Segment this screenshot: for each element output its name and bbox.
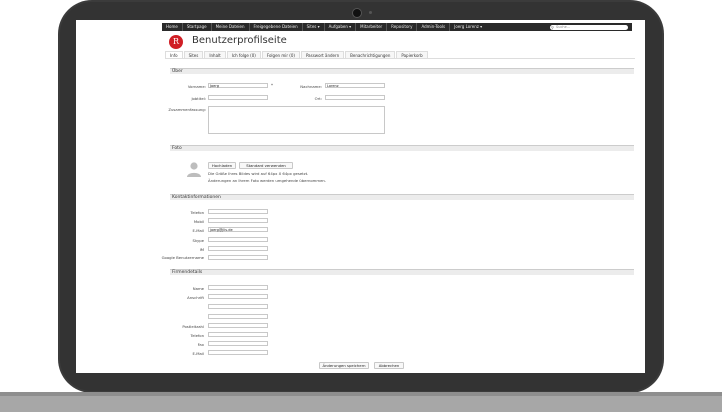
nav-admin-tools[interactable]: Admin-Tools	[417, 23, 451, 31]
laptop-base-lip	[0, 392, 722, 396]
company-name-input[interactable]	[208, 285, 268, 290]
mobile-label: Mobil	[193, 219, 204, 224]
zip-label: Postleitzahl	[182, 324, 204, 329]
location-label: Ort:	[314, 96, 322, 101]
address-line3-input[interactable]	[208, 314, 268, 319]
fax-label: Fax	[197, 342, 204, 347]
phone-label: Telefon	[190, 210, 204, 215]
skype-input[interactable]	[208, 237, 268, 242]
email-input[interactable]: joerg@jlis.de	[208, 227, 268, 232]
im-input[interactable]	[208, 246, 268, 251]
firstname-input[interactable]: Joerg	[208, 83, 268, 88]
sensor	[369, 11, 372, 14]
camera	[352, 8, 362, 18]
skype-label: Skype	[192, 238, 204, 243]
firstname-label: Vorname:	[187, 84, 206, 89]
required-mark: *	[271, 83, 273, 88]
address-line2-input[interactable]	[208, 304, 268, 309]
address-line1-input[interactable]	[208, 294, 268, 299]
lastname-label: Nachname:	[300, 84, 322, 89]
im-label: IM	[199, 247, 204, 252]
nav-home[interactable]: Home	[162, 23, 183, 31]
summary-textarea[interactable]	[208, 106, 385, 134]
company-phone-label: Telefon	[190, 333, 204, 338]
top-nav-bar: Home Startpage Meine Dateien Freigegeben…	[162, 23, 632, 31]
search-input[interactable]: ⚲ Suche...	[550, 24, 628, 30]
company-phone-input[interactable]	[208, 332, 268, 337]
tab-divider	[165, 58, 635, 59]
nav-startpage[interactable]: Startpage	[183, 23, 212, 31]
cancel-button[interactable]: Abbrechen	[374, 362, 404, 369]
section-company: Firmendetails	[170, 269, 634, 275]
nav-repository[interactable]: Repository	[387, 23, 418, 31]
nav-people[interactable]: Mitarbeiter	[356, 23, 388, 31]
nav-sites[interactable]: Sites ▾	[303, 23, 325, 31]
phone-input[interactable]	[208, 209, 268, 214]
google-username-label: Google Benutzername	[161, 255, 204, 260]
nav-my-files[interactable]: Meine Dateien	[212, 23, 250, 31]
company-name-label: Name	[192, 286, 204, 291]
company-email-label: E-Mail	[192, 351, 204, 356]
save-changes-button[interactable]: Änderungen speichern	[319, 362, 369, 369]
zip-input[interactable]	[208, 323, 268, 328]
lastname-input[interactable]: Lorenz	[325, 83, 385, 88]
nav-shared-files[interactable]: Freigegebene Dateien	[250, 23, 303, 31]
email-label: E-Mail	[192, 228, 204, 233]
section-contact: Kontaktinformationen	[170, 194, 634, 200]
page-title: Benutzerprofilseite	[192, 35, 287, 46]
nav-tasks[interactable]: Aufgaben ▾	[325, 23, 357, 31]
avatar-placeholder-icon	[187, 162, 201, 177]
google-username-input[interactable]	[208, 255, 268, 260]
upload-button[interactable]: Hochladen	[208, 162, 236, 169]
location-input[interactable]	[325, 95, 385, 100]
summary-label: Zusammenfassung:	[168, 107, 206, 112]
search-placeholder: Suche...	[556, 24, 571, 29]
logo: R	[169, 35, 183, 49]
section-about: Über	[170, 68, 634, 74]
search-icon: ⚲	[551, 24, 554, 30]
address-label: Anschrift	[187, 295, 204, 300]
mobile-input[interactable]	[208, 218, 268, 223]
photo-change-note: Änderungen an Ihrem Foto werden umgehend…	[208, 178, 327, 183]
nav-user-menu[interactable]: Joerg Lorenz ▾	[450, 23, 486, 31]
jobtitle-label: Jobtitel:	[191, 96, 206, 101]
use-default-button[interactable]: Standard verwenden	[239, 162, 293, 169]
screen: Home Startpage Meine Dateien Freigegeben…	[76, 20, 645, 373]
fax-input[interactable]	[208, 341, 268, 346]
section-photo: Foto	[170, 145, 634, 151]
jobtitle-input[interactable]	[208, 95, 268, 100]
photo-size-note: Die Größe Ihres Bildes wird auf 64px X 6…	[208, 171, 309, 176]
company-email-input[interactable]	[208, 350, 268, 355]
